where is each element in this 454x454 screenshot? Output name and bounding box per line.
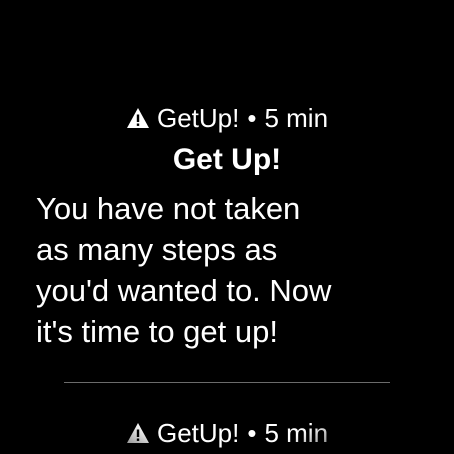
next-notification-card[interactable]: GetUp! • 5 min (0, 390, 454, 454)
next-app-name: GetUp! (156, 417, 240, 448)
app-name: GetUp! (156, 102, 240, 133)
notification-header: GetUp! • 5 min (0, 101, 454, 135)
notification-time: 5 min (264, 102, 329, 133)
header-separator: • (247, 102, 257, 133)
notification-title: Get Up! (172, 143, 282, 176)
notification-divider (64, 382, 390, 383)
next-notification-header: GetUp! • 5 min (0, 416, 454, 450)
warning-icon (126, 107, 150, 129)
next-notification-time: 5 min (264, 417, 329, 448)
next-header-separator: • (247, 417, 257, 448)
warning-icon (126, 422, 150, 444)
notification-card[interactable]: GetUp! • 5 min Get Up! You have not take… (0, 0, 454, 380)
notification-body: You have not taken as many steps as you'… (36, 191, 332, 349)
